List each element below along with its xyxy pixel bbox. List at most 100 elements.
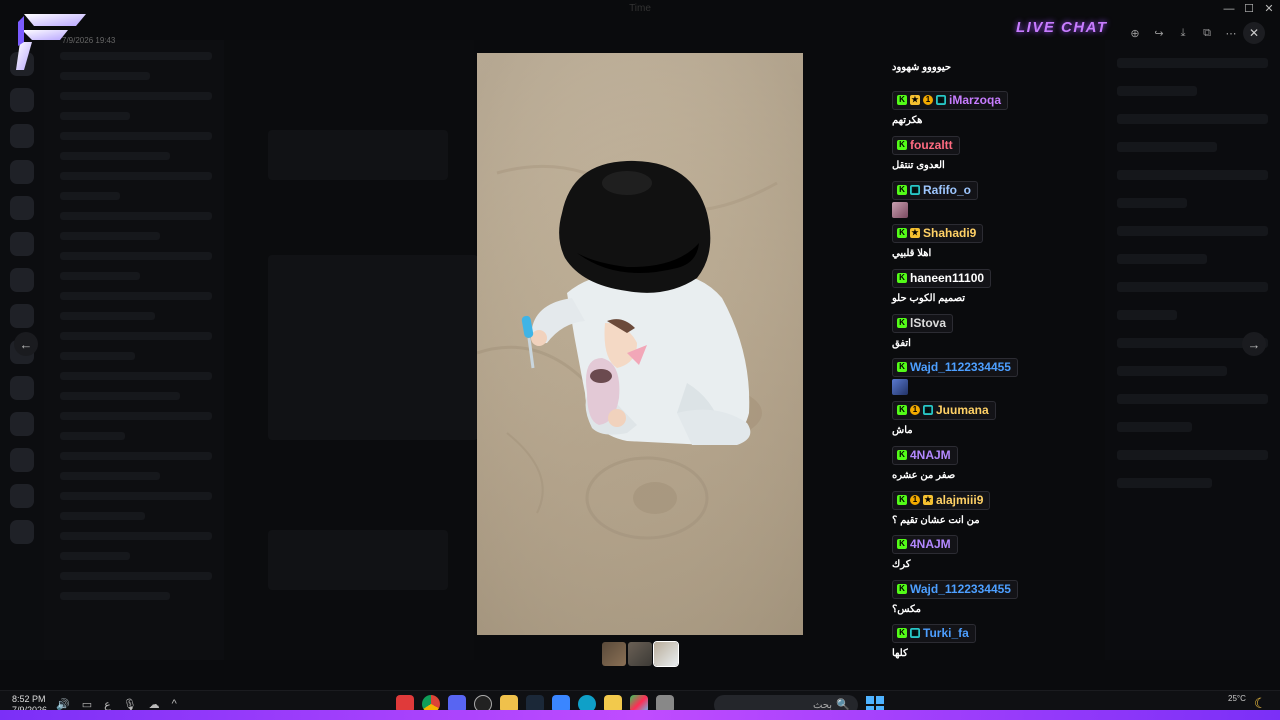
coin-badge-icon: 1 (910, 495, 920, 505)
chat-message-text: تصميم الكوب حلو (892, 292, 966, 304)
kick-badge-icon: K (897, 362, 907, 372)
chat-username[interactable]: fouzaltt (910, 138, 953, 152)
chat-username[interactable]: Turki_fa (923, 626, 969, 640)
channel-list (44, 40, 224, 660)
chat-message: K ★ Shahadi9 اهلا قلبيي (892, 222, 984, 259)
gift-badge-icon: ▦ (923, 405, 933, 415)
chat-message: K ▦ Turki_fa كلها (892, 622, 976, 659)
chat-username[interactable]: alajmiii9 (936, 493, 983, 507)
weather-temp[interactable]: 25°C (1228, 694, 1246, 704)
download-icon[interactable]: ⤓ (1172, 22, 1194, 44)
chat-message-text: مكس؟ (892, 603, 921, 615)
kick-badge-icon: K (897, 273, 907, 283)
open-external-icon[interactable]: ⧉ (1196, 22, 1218, 44)
viewer-toolbar: ⊕ ↪ ⤓ ⧉ ⋯ (1124, 22, 1242, 44)
kick-badge-icon: K (897, 495, 907, 505)
live-chat-label: LIVE CHAT (1016, 19, 1108, 36)
close-window-button[interactable]: ✕ (1260, 2, 1278, 16)
child-in-sand-photo (477, 53, 803, 635)
kick-badge-icon: K (897, 95, 907, 105)
chat-emote-image (892, 378, 908, 395)
chat-username-chip[interactable]: K Wajd_1122334455 (892, 579, 1018, 599)
message-timestamp: 7/9/2026 19:43 (62, 36, 116, 45)
thumbnail-strip (602, 641, 679, 667)
search-placeholder: بحث (812, 699, 832, 711)
chat-message: K 1 ▦ Juumana ماش (892, 399, 996, 436)
more-icon[interactable]: ⋯ (1220, 22, 1242, 44)
chat-emote-image (892, 201, 908, 218)
chat-message: Kfouzaltt العدوى تنتقل (892, 134, 960, 171)
chat-message: K ★ 1 ▦ iMarzoqa هكرتهم (892, 89, 1009, 126)
chat-username[interactable]: iMarzoqa (949, 93, 1001, 107)
kick-badge-icon: K (897, 539, 907, 549)
chat-username[interactable]: Rafifo_o (923, 183, 971, 197)
kick-badge-icon: K (897, 584, 907, 594)
chat-username[interactable]: Wajd_1122334455 (910, 360, 1011, 374)
start-tile (876, 696, 884, 704)
chat-message-text: من انت عشان تقيم ؟ (892, 514, 980, 526)
chat-username-chip[interactable]: K 1 ★ alajmiii9 (892, 490, 991, 510)
viewer-image[interactable] (477, 53, 803, 635)
start-tile (866, 696, 874, 704)
kick-badge-icon: K (897, 318, 907, 328)
sub-badge-icon: ★ (910, 228, 920, 238)
chat-message-text: اتفق (892, 337, 911, 349)
chat-username[interactable]: Juumana (936, 403, 989, 417)
chat-message-text: اهلا قلبيي (892, 247, 932, 259)
coin-badge-icon: 1 (923, 95, 933, 105)
chat-message: Khaneen11100 تصميم الكوب حلو (892, 267, 992, 304)
clock-time: 8:52 PM (12, 694, 46, 704)
kick-badge-icon: K (897, 185, 907, 195)
chat-message: K Wajd_1122334455 مكس؟ (892, 578, 1018, 615)
chat-message-text: صفر من عشره (892, 469, 956, 481)
chat-username[interactable]: lStova (910, 316, 946, 330)
chat-message: K 1 ★ alajmiii9 من انت عشان تقيم ؟ (892, 489, 991, 526)
chat-username[interactable]: Wajd_1122334455 (910, 582, 1011, 596)
chat-message: K ▦ Rafifo_o (892, 179, 978, 218)
chat-username[interactable]: haneen11100 (910, 271, 984, 285)
chat-message: K 4NAJM صفر من عشره (892, 444, 958, 481)
chat-username-chip[interactable]: Khaneen11100 (892, 268, 992, 288)
thumbnail-1[interactable] (602, 642, 626, 666)
chat-message: K 4NAJM كرك (892, 533, 958, 570)
chat-username-chip[interactable]: K 4NAJM (892, 445, 958, 465)
message-area (224, 40, 478, 660)
chat-message: K Wajd_1122334455 (892, 356, 1018, 395)
chat-message-text: كرك (892, 558, 911, 570)
chat-username-chip[interactable]: K ▦ Rafifo_o (892, 180, 978, 200)
previous-image-button[interactable]: ← (14, 332, 38, 356)
kick-badge-icon: K (897, 140, 907, 150)
accent-bar (0, 710, 1280, 720)
next-image-button[interactable]: → (1242, 332, 1266, 356)
chat-username-chip[interactable]: K 4NAJM (892, 534, 958, 554)
sub-badge-icon: ★ (923, 495, 933, 505)
close-viewer-button[interactable]: ✕ (1243, 22, 1265, 44)
chat-username-chip[interactable]: K ★ 1 ▦ iMarzoqa (892, 90, 1009, 110)
chat-username-chip[interactable]: K Wajd_1122334455 (892, 357, 1018, 377)
thumbnail-3[interactable] (653, 641, 679, 667)
maximize-button[interactable]: ☐ (1240, 2, 1258, 16)
chat-username[interactable]: 4NAJM (910, 448, 951, 462)
zoom-in-icon[interactable]: ⊕ (1124, 22, 1146, 44)
chat-username-chip[interactable]: Kfouzaltt (892, 135, 960, 155)
gift-badge-icon: ▦ (910, 185, 920, 195)
share-icon[interactable]: ↪ (1148, 22, 1170, 44)
kick-badge-icon: K (897, 405, 907, 415)
chat-message-text: هكرتهم (892, 114, 923, 126)
chat-message-text: العدوى تنتقل (892, 159, 945, 171)
window-title: Time (629, 3, 651, 14)
thumbnail-2[interactable] (628, 642, 652, 666)
chat-username-chip[interactable]: K ★ Shahadi9 (892, 223, 984, 243)
kick-badge-icon: K (897, 228, 907, 238)
chat-message-text: كلها (892, 647, 908, 659)
chat-message: حيوووو شهوود (892, 62, 951, 73)
kick-badge-icon: K (897, 628, 907, 638)
chat-username-chip[interactable]: K 1 ▦ Juumana (892, 400, 996, 420)
chat-message-text: ماش (892, 424, 913, 436)
minimize-button[interactable]: — (1220, 2, 1238, 16)
chat-username-chip[interactable]: K ▦ Turki_fa (892, 623, 976, 643)
chat-username[interactable]: Shahadi9 (923, 226, 976, 240)
chat-username-chip[interactable]: KlStova (892, 313, 954, 333)
chat-username[interactable]: 4NAJM (910, 537, 951, 551)
sub-badge-icon: ★ (910, 95, 920, 105)
